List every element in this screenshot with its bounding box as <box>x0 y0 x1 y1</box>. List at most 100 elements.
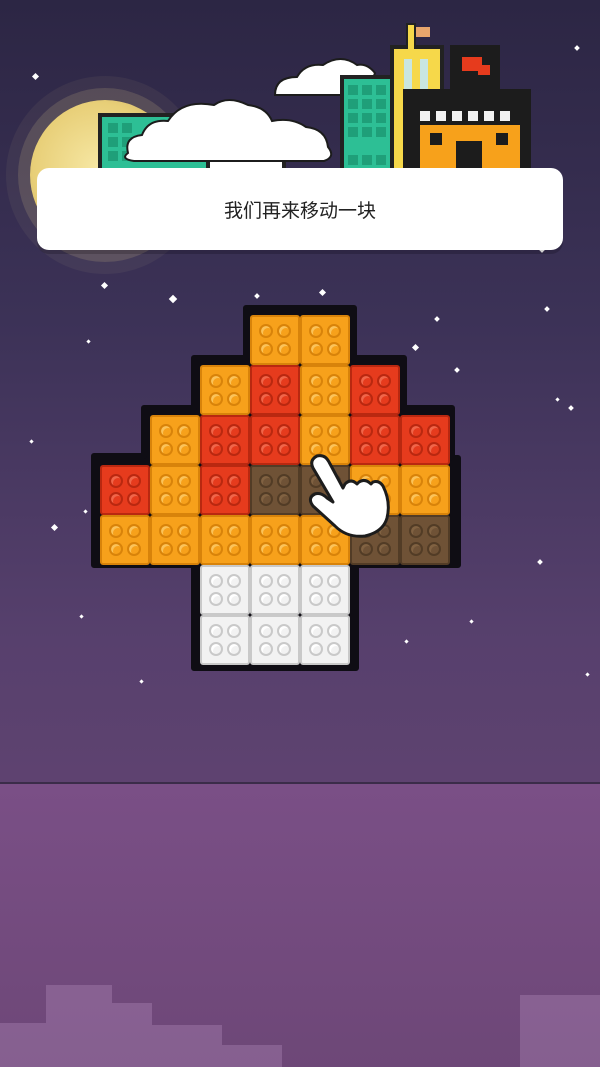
brick-white[interactable] <box>300 615 350 665</box>
brick-stud <box>259 342 273 356</box>
brick-orange[interactable] <box>150 465 200 515</box>
brick-stud <box>277 342 291 356</box>
brick-stud <box>209 474 223 488</box>
brick-orange[interactable] <box>250 315 300 365</box>
brick-orange[interactable] <box>300 365 350 415</box>
brick-orange[interactable] <box>150 415 200 465</box>
brick-stud <box>259 524 273 538</box>
brick-orange[interactable] <box>200 365 250 415</box>
brick-stud <box>159 474 173 488</box>
brick-stud <box>309 324 323 338</box>
brick-stud <box>327 574 341 588</box>
brick-stud <box>259 624 273 638</box>
brick-stud <box>209 624 223 638</box>
brick-stud <box>227 592 241 606</box>
brick-stud <box>177 492 191 506</box>
brick-stud <box>127 524 141 538</box>
brick-stud <box>109 524 123 538</box>
brick-stud <box>177 442 191 456</box>
brick-red[interactable] <box>250 365 300 415</box>
brick-stud <box>377 542 391 556</box>
brick-stud <box>309 592 323 606</box>
brick-stud <box>327 324 341 338</box>
brick-red[interactable] <box>350 365 400 415</box>
brick-stud <box>259 542 273 556</box>
brick-stud <box>277 542 291 556</box>
brick-white[interactable] <box>200 615 250 665</box>
brick-red[interactable] <box>400 415 450 465</box>
brick-stud <box>277 442 291 456</box>
bottom-city-silhouette <box>0 985 600 1067</box>
brick-stud <box>277 374 291 388</box>
brick-stud <box>227 424 241 438</box>
brick-ghost[interactable] <box>250 465 300 515</box>
brick-stud <box>259 374 273 388</box>
brick-stud <box>259 592 273 606</box>
brick-stud <box>159 492 173 506</box>
brick-stud <box>427 474 441 488</box>
brick-stud <box>327 424 341 438</box>
brick-stud <box>309 342 323 356</box>
brick-stud <box>227 474 241 488</box>
brick-ghost[interactable] <box>400 515 450 565</box>
brick-stud <box>309 574 323 588</box>
brick-stud <box>277 642 291 656</box>
brick-stud <box>127 474 141 488</box>
brick-orange[interactable] <box>300 315 350 365</box>
brick-stud <box>309 624 323 638</box>
brick-stud <box>177 474 191 488</box>
brick-stud <box>209 424 223 438</box>
brick-stud <box>327 392 341 406</box>
brick-stud <box>359 542 373 556</box>
brick-stud <box>277 574 291 588</box>
brick-stud <box>127 492 141 506</box>
brick-stud <box>259 574 273 588</box>
brick-stud <box>209 574 223 588</box>
brick-stud <box>159 424 173 438</box>
brick-stud <box>227 574 241 588</box>
brick-white[interactable] <box>250 615 300 665</box>
brick-stud <box>277 592 291 606</box>
brick-stud <box>327 592 341 606</box>
brick-orange[interactable] <box>400 465 450 515</box>
brick-white[interactable] <box>250 565 300 615</box>
brick-red[interactable] <box>200 415 250 465</box>
brick-white[interactable] <box>200 565 250 615</box>
pointing-hand-icon <box>308 454 390 538</box>
brick-stud <box>259 424 273 438</box>
brick-stud <box>327 642 341 656</box>
brick-stud <box>209 524 223 538</box>
brick-stud <box>409 542 423 556</box>
brick-stud <box>227 492 241 506</box>
brick-stud <box>259 442 273 456</box>
brick-stud <box>359 424 373 438</box>
brick-red[interactable] <box>250 415 300 465</box>
brick-stud <box>309 424 323 438</box>
brick-stud <box>259 324 273 338</box>
brick-stud <box>309 542 323 556</box>
brick-white[interactable] <box>300 565 350 615</box>
brick-stud <box>377 374 391 388</box>
brick-stud <box>177 542 191 556</box>
brick-stud <box>409 424 423 438</box>
brick-red[interactable] <box>200 465 250 515</box>
brick-stud <box>327 342 341 356</box>
brick-stud <box>109 492 123 506</box>
brick-orange[interactable] <box>100 515 150 565</box>
brick-stud <box>259 474 273 488</box>
game-scene: 我们再来移动一块 <box>0 0 600 1067</box>
brick-stud <box>427 542 441 556</box>
brick-stud <box>227 642 241 656</box>
brick-stud <box>177 424 191 438</box>
brick-stud <box>109 542 123 556</box>
brick-orange[interactable] <box>250 515 300 565</box>
brick-stud <box>377 424 391 438</box>
brick-red[interactable] <box>100 465 150 515</box>
brick-stud <box>227 392 241 406</box>
brick-stud <box>227 524 241 538</box>
brick-stud <box>409 442 423 456</box>
brick-stud <box>309 642 323 656</box>
brick-orange[interactable] <box>200 515 250 565</box>
brick-orange[interactable] <box>150 515 200 565</box>
brick-stud <box>277 324 291 338</box>
